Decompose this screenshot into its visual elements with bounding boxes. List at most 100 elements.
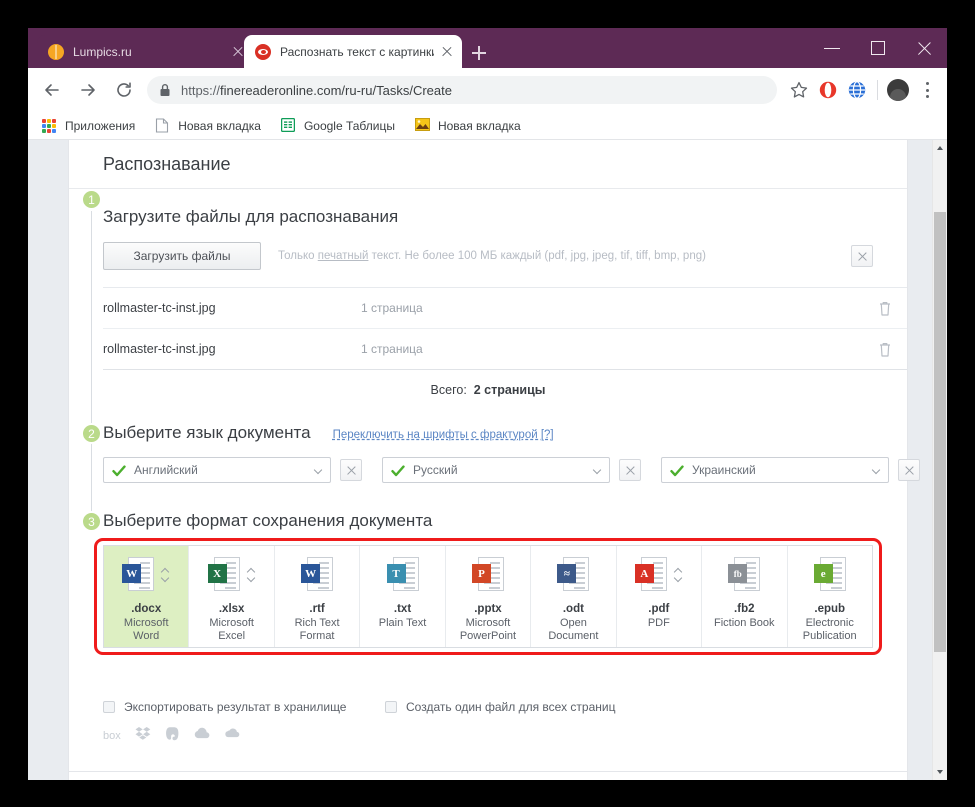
browser-tab-lumpics[interactable]: Lumpics.ru (37, 35, 253, 68)
badge-letter: P (471, 564, 491, 583)
minimize-icon[interactable] (809, 28, 855, 68)
close-icon[interactable] (901, 28, 947, 68)
format-option-pdf[interactable]: A .pdf PDF (617, 546, 703, 647)
word-doc-icon: W (122, 557, 155, 593)
format-icon-wrap: A (634, 557, 683, 595)
checkbox-box[interactable] (385, 701, 397, 713)
language-select-1[interactable]: Английский (103, 457, 331, 483)
google-drive-icon[interactable] (194, 726, 210, 746)
evernote-icon[interactable] (165, 726, 180, 747)
lock-icon (159, 83, 171, 97)
format-icon-wrap: W (122, 557, 170, 595)
format-icon-wrap: X (207, 557, 256, 595)
google-sheets-icon (280, 117, 297, 134)
file-pages: 1 страница (361, 342, 423, 356)
format-icon-wrap: P (471, 557, 504, 595)
remove-language-3[interactable] (898, 459, 920, 481)
remove-language-2[interactable] (619, 459, 641, 481)
language-cell-2: Русский (382, 457, 661, 483)
fraktur-link[interactable]: Переключить на шрифты с фрактурой [?] (333, 429, 554, 441)
kebab-menu-icon[interactable] (916, 77, 938, 103)
address-bar[interactable]: https://finereaderonline.com/ru-ru/Tasks… (147, 76, 777, 104)
total-value: 2 страницы (473, 383, 546, 397)
browser-tab-finereader[interactable]: Распознать текст с картинки он (244, 35, 462, 68)
bookmark-google-sheets[interactable]: Google Таблицы (280, 117, 395, 134)
format-option-fb2[interactable]: fb .fb2 Fiction Book (702, 546, 788, 647)
format-selector: W .docx Microsoft Word X .xlsx Microsoft… (94, 538, 882, 655)
step-heading: Выберите язык документа (103, 423, 311, 442)
step-select-language: 2 Выберите язык документа Переключить на… (69, 397, 920, 483)
reload-icon[interactable] (109, 75, 139, 105)
globe-extension-icon[interactable] (844, 77, 870, 103)
format-ext: .docx (131, 603, 162, 615)
format-spinner-docx[interactable] (161, 567, 170, 583)
format-desc: Microsoft Excel (209, 617, 254, 642)
format-option-odt[interactable]: ≈ .odt Open Document (531, 546, 617, 647)
format-option-docx[interactable]: W .docx Microsoft Word (104, 546, 190, 647)
format-spinner-pdf[interactable] (674, 567, 683, 583)
total-pages: Всего: 2 страницы (103, 370, 873, 397)
scroll-up-arrow-icon[interactable] (933, 140, 947, 156)
clear-files-button[interactable] (851, 245, 873, 267)
upload-hint: Только печатный текст. Не более 100 МБ к… (278, 250, 706, 262)
opera-extension-icon[interactable] (815, 77, 841, 103)
rtf-doc-icon: W (301, 557, 334, 593)
step-upload-files: 1 Загрузите файлы для распознавания Загр… (69, 189, 907, 397)
vertical-scrollbar[interactable] (932, 140, 947, 780)
format-option-txt[interactable]: T .txt Plain Text (360, 546, 446, 647)
chevron-down-icon (315, 467, 322, 474)
checkbox-box[interactable] (103, 701, 115, 713)
scrollbar-thumb[interactable] (934, 212, 946, 652)
bookmark-new-tab-2[interactable]: Новая вкладка (414, 117, 521, 134)
format-icon-wrap: W (301, 557, 334, 595)
format-option-xlsx[interactable]: X .xlsx Microsoft Excel (189, 546, 275, 647)
toolbar-divider (877, 80, 878, 100)
table-row[interactable]: rollmaster-tc-inst.jpg 1 страница (103, 329, 907, 370)
avatar[interactable] (887, 79, 909, 101)
forward-arrow-icon[interactable] (73, 75, 103, 105)
url-text: https://finereaderonline.com/ru-ru/Tasks… (181, 83, 452, 98)
export-to-storage-checkbox[interactable]: Экспортировать результат в хранилище (103, 700, 385, 714)
dropbox-icon[interactable] (135, 726, 151, 746)
url-host-path: finereaderonline.com/ru-ru/Tasks/Create (220, 82, 452, 98)
format-option-pptx[interactable]: P .pptx Microsoft PowerPoint (446, 546, 532, 647)
checkbox-label: Экспортировать результат в хранилище (124, 700, 347, 714)
language-select-2[interactable]: Русский (382, 457, 610, 483)
trash-icon[interactable] (877, 300, 893, 317)
trash-icon[interactable] (877, 341, 893, 358)
check-icon (112, 464, 126, 477)
page-icon (155, 117, 171, 134)
scroll-down-arrow-icon[interactable] (933, 764, 947, 780)
format-ext: .epub (814, 603, 846, 615)
format-spinner-xlsx[interactable] (247, 567, 256, 583)
back-arrow-icon[interactable] (37, 75, 67, 105)
page-viewport: Распознавание 1 Загрузите файлы для расп… (28, 140, 947, 780)
chevron-down-icon (594, 467, 601, 474)
maximize-icon[interactable] (855, 28, 901, 68)
new-tab-button[interactable] (466, 40, 492, 66)
format-option-epub[interactable]: e .epub Electronic Publication (788, 546, 872, 647)
badge-letter: W (122, 564, 142, 583)
remove-language-1[interactable] (340, 459, 362, 481)
badge-letter: A (634, 564, 654, 583)
upload-files-button[interactable]: Загрузить файлы (103, 242, 261, 270)
format-icon-wrap: T (386, 557, 419, 595)
bookmark-star-icon[interactable] (786, 77, 812, 103)
bookmark-new-tab-1[interactable]: Новая вкладка (155, 117, 261, 134)
check-icon (670, 464, 684, 477)
bookmark-label: Google Таблицы (303, 118, 395, 133)
box-storage-label[interactable]: box (103, 730, 121, 742)
format-desc: Electronic Publication (802, 617, 857, 642)
onedrive-icon[interactable] (224, 727, 242, 745)
format-option-rtf[interactable]: W .rtf Rich Text Format (275, 546, 361, 647)
tab-close-icon[interactable] (438, 43, 456, 61)
language-cell-3: Украинский (661, 457, 920, 483)
abbyy-favicon (255, 43, 271, 60)
single-file-checkbox[interactable]: Создать один файл для всех страниц (385, 700, 615, 714)
language-select-3[interactable]: Украинский (661, 457, 889, 483)
web-page: Распознавание 1 Загрузите файлы для расп… (28, 140, 932, 780)
bookmark-apps[interactable]: Приложения (42, 118, 135, 134)
lumpics-favicon (48, 43, 64, 60)
badge-letter: ≈ (557, 564, 577, 583)
table-row[interactable]: rollmaster-tc-inst.jpg 1 страница (103, 288, 907, 329)
